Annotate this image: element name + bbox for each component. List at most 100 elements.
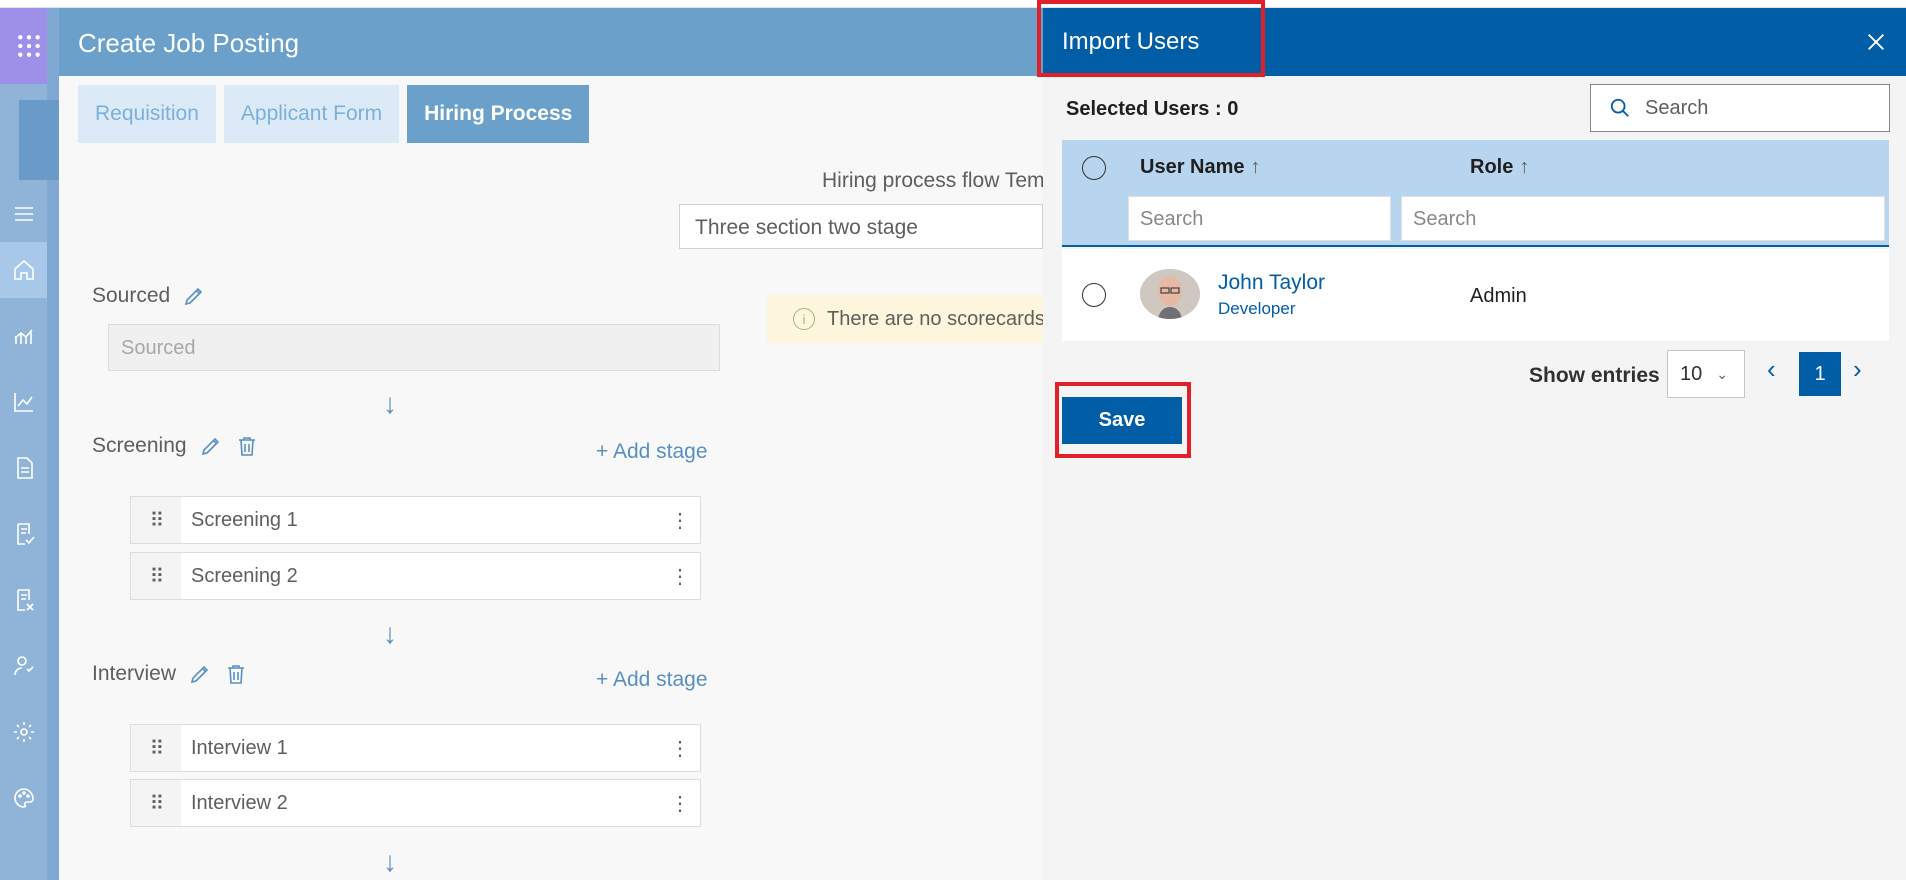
- stage-item[interactable]: ⠿ Interview 1 ⋮: [130, 724, 701, 772]
- close-button[interactable]: [1846, 31, 1906, 53]
- user-name-filter-input[interactable]: Search: [1128, 196, 1391, 241]
- section-title-sourced: Sourced: [92, 284, 171, 307]
- section-interview: Interview: [92, 662, 248, 686]
- column-label: Role: [1470, 156, 1514, 178]
- stage-item[interactable]: ⠿ Screening 2 ⋮: [130, 552, 701, 600]
- role-filter-input[interactable]: Search: [1401, 196, 1885, 241]
- posting-tabs: Requisition Applicant Form Hiring Proces…: [78, 85, 590, 143]
- drag-handle-icon[interactable]: ⠿: [131, 780, 181, 826]
- avatar: [1140, 269, 1200, 319]
- column-user-name[interactable]: User Name ↑: [1140, 156, 1261, 179]
- nav-settings[interactable]: [0, 704, 47, 760]
- flow-template-select[interactable]: Three section two stage: [679, 204, 1043, 249]
- drag-handle-icon[interactable]: ⠿: [131, 497, 181, 543]
- tab-requisition[interactable]: Requisition: [78, 85, 216, 143]
- nav-trends[interactable]: [0, 374, 47, 430]
- highlight-save-box: [1055, 382, 1191, 458]
- add-stage-interview-button[interactable]: + Add stage: [596, 668, 708, 692]
- stage-label: Screening 2: [191, 564, 298, 587]
- section-screening: Screening: [92, 434, 259, 458]
- column-label: User Name: [1140, 156, 1245, 178]
- stage-label: Interview 2: [191, 791, 288, 814]
- user-title: Developer: [1218, 299, 1296, 318]
- info-icon: i: [793, 308, 815, 330]
- scorecard-notice: i There are no scorecards c: [767, 295, 1043, 343]
- drag-handle-icon[interactable]: ⠿: [131, 725, 181, 771]
- table-row[interactable]: John Taylor Developer Admin: [1062, 249, 1889, 341]
- document-icon: [16, 457, 33, 479]
- palette-icon: [13, 788, 34, 808]
- user-settings-icon: [13, 656, 34, 676]
- document-check-icon: [16, 523, 35, 545]
- user-role: Admin: [1470, 285, 1527, 307]
- close-icon: [1868, 34, 1884, 50]
- stage-label: Screening 1: [191, 508, 298, 531]
- add-stage-label: Add stage: [612, 440, 708, 463]
- more-vertical-icon[interactable]: ⋮: [660, 508, 700, 533]
- highlight-title-box: [1037, 0, 1265, 77]
- arrow-down-icon: ↓: [383, 618, 397, 649]
- search-icon: [1610, 98, 1629, 117]
- sort-arrow-icon: ↑: [1519, 156, 1530, 178]
- entries-value: 10: [1680, 362, 1703, 385]
- plus-icon: +: [596, 440, 609, 463]
- users-grid-header: User Name ↑ Role ↑ Search Search: [1062, 140, 1889, 247]
- panel-title: Create Job Posting: [59, 8, 1043, 76]
- arrow-down-icon: ↓: [383, 388, 397, 419]
- section-title-interview: Interview: [92, 662, 177, 685]
- stage-item[interactable]: ⠿ Interview 2 ⋮: [130, 779, 701, 827]
- menu-toggle-button[interactable]: [0, 186, 47, 242]
- line-chart-icon: [13, 393, 33, 412]
- entries-per-page-select[interactable]: 10 ⌄: [1667, 350, 1745, 398]
- nav-home[interactable]: [0, 242, 47, 298]
- nav-themes[interactable]: [0, 770, 47, 826]
- stage-label: Interview 1: [191, 736, 288, 759]
- nav-rejected-docs[interactable]: [0, 572, 47, 628]
- section-title-screening: Screening: [92, 434, 187, 457]
- search-placeholder: Search: [1645, 96, 1709, 119]
- stage-item[interactable]: ⠿ Screening 1 ⋮: [130, 496, 701, 544]
- more-vertical-icon[interactable]: ⋮: [660, 791, 700, 816]
- tab-hiring-process[interactable]: Hiring Process: [407, 85, 590, 143]
- sourced-stage-box: Sourced: [108, 324, 720, 371]
- trash-icon[interactable]: [224, 662, 248, 686]
- nav-approved-docs[interactable]: [0, 506, 47, 562]
- hamburger-icon: [14, 207, 33, 221]
- tab-applicant-form[interactable]: Applicant Form: [223, 85, 400, 143]
- user-search-box[interactable]: Search: [1590, 84, 1890, 132]
- top-border: [0, 0, 1906, 8]
- add-stage-label: Add stage: [612, 668, 708, 691]
- background-app: HI: [19, 8, 111, 880]
- waffle-icon: [18, 35, 40, 57]
- current-page-button[interactable]: 1: [1799, 352, 1841, 396]
- pencil-icon[interactable]: [182, 284, 206, 308]
- flow-template-label: Hiring process flow Tem: [822, 169, 1045, 192]
- more-vertical-icon[interactable]: ⋮: [660, 564, 700, 589]
- more-vertical-icon[interactable]: ⋮: [660, 736, 700, 761]
- plus-icon: +: [596, 668, 609, 691]
- section-sourced: Sourced: [92, 284, 206, 308]
- nav-users[interactable]: [0, 638, 47, 694]
- create-job-posting-panel: Create Job Posting Requisition Applicant…: [59, 8, 1045, 880]
- user-name-link[interactable]: John Taylor: [1218, 271, 1325, 295]
- bar-chart-icon: [13, 329, 33, 344]
- notice-text: There are no scorecards c: [827, 307, 1043, 330]
- nav-documents[interactable]: [0, 440, 47, 496]
- row-select-radio[interactable]: [1082, 283, 1106, 307]
- select-all-radio[interactable]: [1082, 156, 1106, 180]
- drag-handle-icon[interactable]: ⠿: [131, 553, 181, 599]
- add-stage-screening-button[interactable]: + Add stage: [596, 440, 708, 464]
- previous-page-button[interactable]: ‹: [1767, 354, 1776, 385]
- pencil-icon[interactable]: [188, 662, 212, 686]
- home-icon: [13, 259, 34, 280]
- trash-icon[interactable]: [235, 434, 259, 458]
- sort-arrow-icon: ↑: [1250, 156, 1261, 178]
- column-role[interactable]: Role ↑: [1470, 156, 1529, 179]
- next-page-button[interactable]: ›: [1853, 354, 1862, 385]
- selected-users-count: Selected Users : 0: [1066, 98, 1239, 120]
- nav-analytics[interactable]: [0, 308, 47, 364]
- pencil-icon[interactable]: [199, 434, 223, 458]
- user-photo-icon: [1140, 269, 1200, 319]
- chevron-down-icon: ⌄: [1716, 365, 1728, 382]
- document-cancel-icon: [16, 589, 34, 611]
